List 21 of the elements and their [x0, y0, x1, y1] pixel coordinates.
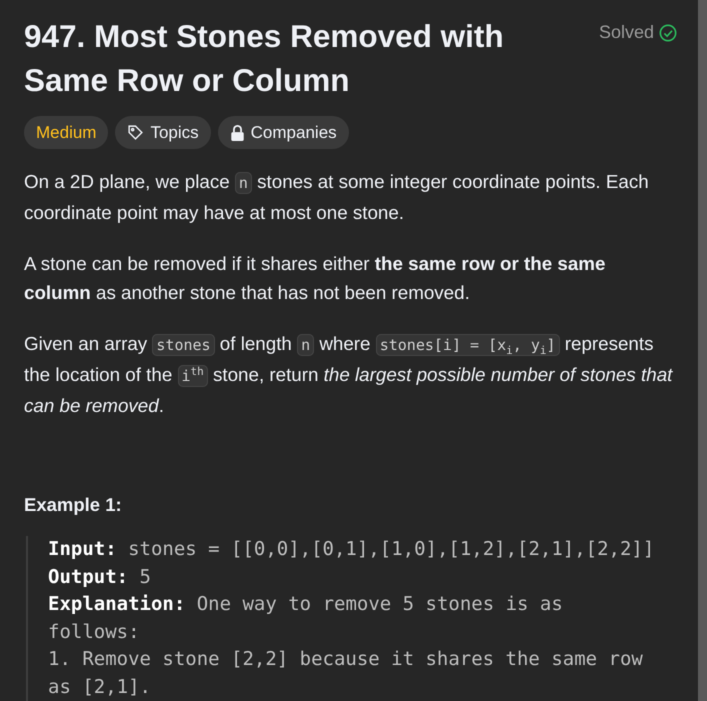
inline-code: stones: [152, 334, 215, 356]
tag-icon: [127, 124, 144, 141]
problem-title: 947. Most Stones Removed with Same Row or Column: [24, 17, 505, 100]
companies-button[interactable]: Companies: [218, 116, 349, 149]
topics-button[interactable]: Topics: [115, 116, 211, 149]
example-line: Explanation: One way to remove 5 stones is as follows:: [48, 592, 564, 644]
description-paragraph: Given an array stones of length n where stones[i] = [x$_{i}$, y$_{i}$] represents the location of the i$^{th}$ stone, return the largest possible number of stones that can be removed.: [24, 332, 674, 418]
description-paragraph: A stone can be removed if it shares either the same row or the same column as another stone that has not been removed.: [24, 252, 606, 305]
inline-code: n: [234, 172, 252, 194]
difficulty-tag[interactable]: Medium: [24, 116, 108, 149]
description-paragraph: On a 2D plane, we place n stones at some integer coordinate points. Each coordinate point may have at most one stone.: [24, 170, 650, 225]
status-label: Solved: [598, 22, 654, 43]
lock-icon: [230, 124, 245, 140]
inline-code: n: [297, 334, 314, 356]
inline-code: i$^{th}$: [178, 365, 208, 387]
example-line: Input: stones = [[0,0],[0,1],[1,0],[1,2],[2,1],[2,2]]: [48, 537, 656, 562]
scrollbar[interactable]: [698, 0, 707, 701]
example-line: 1. Remove stone [2,2] because it shares the same row as [2,1].: [48, 647, 644, 700]
example-line: Output: 5: [48, 564, 152, 590]
example-heading: Example 1:: [24, 494, 123, 516]
inline-code: stones[i] = [x$_{i}$, y$_{i}$]: [376, 334, 560, 356]
